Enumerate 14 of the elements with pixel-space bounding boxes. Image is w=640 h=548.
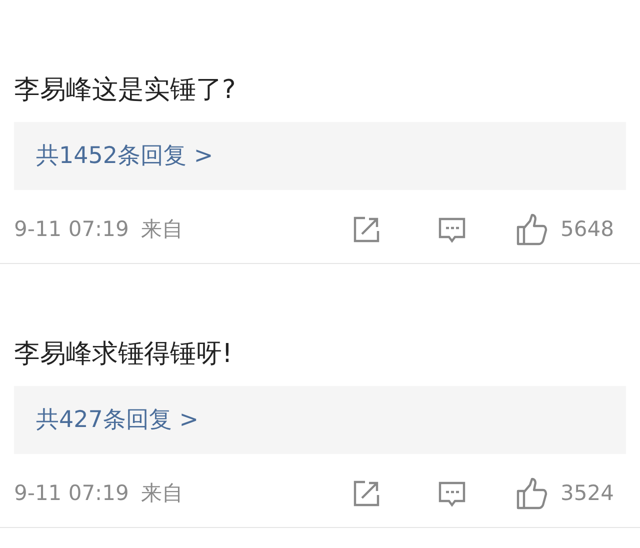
source-label: 来自 <box>140 480 183 508</box>
replies-link[interactable]: 共1452条回复 > <box>14 122 626 190</box>
like-count: 3524 <box>560 480 614 508</box>
post-time: 9-11 07:19 <box>14 216 129 244</box>
post-time: 9-11 07:19 <box>14 480 129 508</box>
thumbs-up-icon[interactable] <box>514 213 549 247</box>
comment-text: 李易峰求锤得锤呀! <box>14 338 232 370</box>
thumbs-up-icon[interactable] <box>514 477 549 511</box>
source-label: 来自 <box>140 216 183 244</box>
comment-text: 李易峰这是实锤了? <box>14 74 236 106</box>
replies-link[interactable]: 共427条回复 > <box>14 386 626 454</box>
like-count: 5648 <box>560 216 614 244</box>
comment-icon[interactable] <box>436 215 467 245</box>
comment-icon[interactable] <box>436 479 467 509</box>
